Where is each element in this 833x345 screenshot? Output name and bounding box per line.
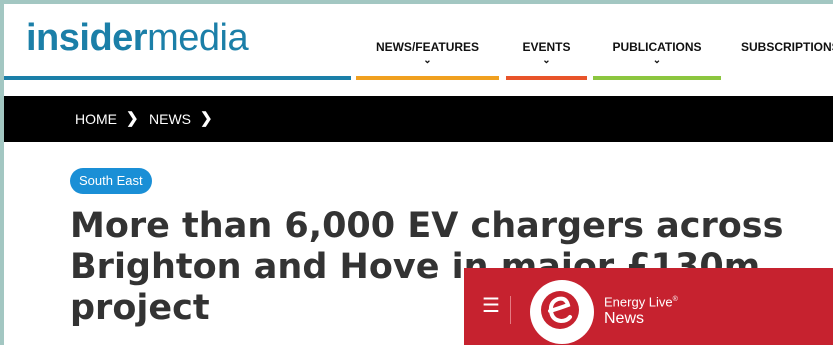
site-header: insidermedia NEWS/FEATURES ⌄ EVENTS ⌄ PU… <box>4 4 833 96</box>
logo-light-text: media <box>147 17 249 59</box>
breadcrumb-news[interactable]: NEWS <box>149 96 191 142</box>
nav-color-bar <box>593 76 721 80</box>
headline-line: More than 6,000 EV chargers across <box>70 206 784 246</box>
nav-events[interactable]: EVENTS ⌄ <box>506 40 587 80</box>
ad-subtitle: News <box>604 310 645 327</box>
nav-label: EVENTS <box>522 40 571 54</box>
energy-live-ad-banner[interactable]: ☰ Energy Live® News <box>464 268 833 345</box>
headline-line: project <box>70 288 210 328</box>
hamburger-menu-icon[interactable]: ☰ <box>482 296 500 316</box>
nav-color-bar <box>356 76 499 80</box>
nav-subscriptions[interactable]: SUBSCRIPTIONS <box>741 40 833 80</box>
ad-title: Energy Live® <box>604 294 678 310</box>
chevron-right-icon: ❯ <box>200 110 213 127</box>
logo-bold-text: insider <box>26 17 148 59</box>
insider-media-logo[interactable]: insidermedia <box>26 16 249 60</box>
region-tag[interactable]: South East <box>70 168 152 194</box>
chevron-down-icon: ⌄ <box>652 55 662 66</box>
nav-publications[interactable]: PUBLICATIONS ⌄ <box>593 40 721 80</box>
energy-live-logo-icon <box>530 280 594 344</box>
chevron-right-icon: ❯ <box>126 110 139 127</box>
breadcrumb: HOME ❯ NEWS ❯ <box>4 96 833 142</box>
nav-label: SUBSCRIPTIONS <box>741 40 833 54</box>
ad-divider <box>510 296 511 324</box>
page: insidermedia NEWS/FEATURES ⌄ EVENTS ⌄ PU… <box>4 4 833 345</box>
nav-news-features[interactable]: NEWS/FEATURES ⌄ <box>356 40 499 80</box>
breadcrumb-home[interactable]: HOME <box>75 96 117 142</box>
nav-color-bar <box>506 76 587 80</box>
nav-label: PUBLICATIONS <box>612 40 702 54</box>
chevron-down-icon: ⌄ <box>423 55 432 66</box>
logo-underline <box>4 76 351 80</box>
chevron-down-icon: ⌄ <box>542 55 551 66</box>
nav-label: NEWS/FEATURES <box>375 40 480 54</box>
